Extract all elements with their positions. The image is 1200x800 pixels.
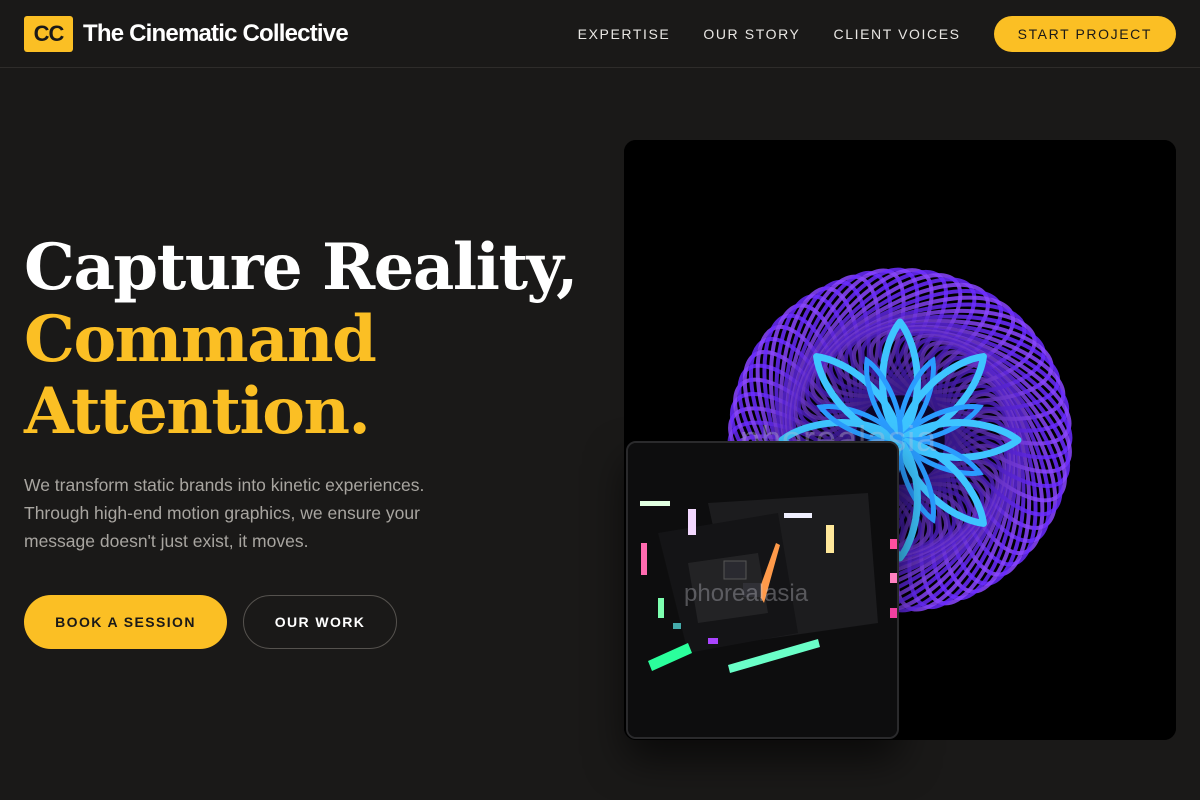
hero-subtitle: We transform static brands into kinetic …	[24, 475, 425, 551]
hero-title-line-1: Capture Reality,	[24, 230, 578, 305]
hero-title-line-3: Attention.	[24, 374, 371, 449]
hero-title: Capture Reality, Command Attention.	[24, 230, 578, 449]
main-nav: EXPERTISE OUR STORY CLIENT VOICES START …	[578, 16, 1176, 52]
our-work-button[interactable]: OUR WORK	[243, 595, 397, 649]
brand-name: The Cinematic Collective	[83, 20, 349, 47]
site-header: CC The Cinematic Collective EXPERTISE OU…	[0, 0, 1200, 68]
logo-badge: CC	[24, 16, 73, 52]
watermark-text-inset: phorealasia	[684, 580, 809, 607]
hero-title-line-2: Command	[24, 302, 377, 377]
hero-image-inset: phorealasia	[626, 441, 899, 739]
book-session-button[interactable]: BOOK A SESSION	[24, 595, 227, 649]
nav-link-our-story[interactable]: OUR STORY	[703, 26, 800, 42]
nav-link-expertise[interactable]: EXPERTISE	[578, 26, 671, 42]
nav-link-client-voices[interactable]: CLIENT VOICES	[833, 26, 960, 42]
logo[interactable]: CC The Cinematic Collective	[24, 16, 349, 52]
start-project-button[interactable]: START PROJECT	[993, 16, 1176, 52]
